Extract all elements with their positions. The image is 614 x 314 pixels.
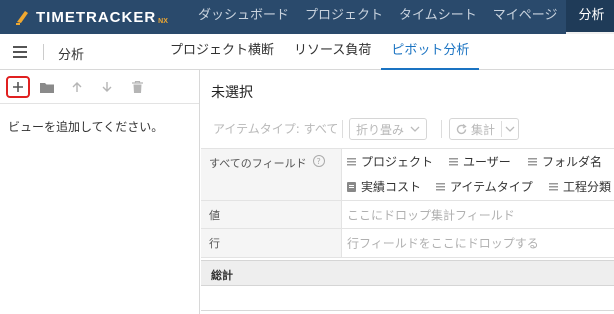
refresh-icon — [456, 123, 467, 134]
divider — [441, 120, 442, 138]
delete-button[interactable] — [126, 77, 148, 97]
values-drop-zone[interactable]: ここにドロップ集計フィールド — [343, 201, 614, 228]
top-nav-project[interactable]: プロジェクト — [297, 0, 391, 34]
top-nav-timesheet[interactable]: タイムシート — [391, 0, 485, 34]
top-nav: ダッシュボード プロジェクト タイムシート マイページ 分析 — [190, 0, 614, 34]
rows-drop-zone[interactable]: 行フィールドをここにドロップする — [343, 229, 614, 257]
field-label: 工程分類 — [563, 180, 612, 194]
view-toolbar — [0, 70, 199, 104]
field-label: プロジェクト — [361, 155, 434, 169]
logo-suffix: NX — [158, 17, 168, 25]
folder-button[interactable] — [36, 77, 58, 97]
divider — [201, 310, 614, 311]
field-label: 実績コスト — [361, 180, 422, 194]
arrow-down-icon — [102, 82, 112, 92]
page-title: 分析 — [58, 48, 85, 63]
all-fields-row: すべてのフィールド ? プロジェクト ユーザー フォルダ名 実績コスト アイテム… — [201, 148, 614, 200]
grand-total-bar: 総計 — [201, 260, 614, 286]
divider — [43, 44, 44, 60]
field-label: ユーザー — [463, 155, 511, 169]
fold-dropdown[interactable]: 折り畳み — [349, 118, 428, 140]
tab-pivot-analysis[interactable]: ピボット分析 — [381, 34, 480, 70]
app-header: TIMETRACKER NX ダッシュボード プロジェクト タイムシート マイペ… — [0, 0, 614, 34]
selection-title: 未選択 — [211, 85, 253, 101]
document-icon — [347, 181, 356, 192]
fold-label: 折り畳み — [356, 122, 405, 137]
add-view-button[interactable] — [6, 76, 30, 98]
sub-tabs: プロジェクト横断 リソース負荷 ピボット分析 — [160, 34, 480, 70]
hamburger-menu-icon[interactable] — [13, 46, 27, 58]
rows-label: 行 — [201, 229, 342, 257]
folder-icon — [40, 82, 54, 93]
logo-text: TIMETRACKER — [36, 8, 157, 26]
chevron-down-icon — [410, 126, 420, 132]
rows-placeholder: 行フィールドをここにドロップする — [347, 236, 539, 251]
top-nav-mypage[interactable]: マイページ — [485, 0, 566, 34]
pivot-control-bar: アイテムタイプ: すべて 折り畳み 集計 — [201, 114, 614, 142]
values-row: 値 ここにドロップ集計フィールド — [201, 200, 614, 228]
plus-icon — [13, 82, 23, 92]
field-chip-item-type[interactable]: アイテムタイプ — [436, 178, 533, 195]
empty-view-message: ビューを追加してください。 — [8, 120, 164, 134]
tab-cross-project[interactable]: プロジェクト横断 — [160, 34, 284, 70]
drag-handle-icon — [549, 182, 558, 191]
move-up-button[interactable] — [66, 77, 88, 97]
move-down-button[interactable] — [96, 77, 118, 97]
drag-handle-icon — [528, 157, 537, 166]
field-chip-process-category[interactable]: 工程分類 — [549, 178, 611, 195]
drag-handle-icon — [436, 182, 445, 191]
all-fields-area: プロジェクト ユーザー フォルダ名 実績コスト アイテムタイプ 工程分類 — [343, 149, 614, 200]
tab-resource-load[interactable]: リソース負荷 — [284, 34, 381, 70]
values-placeholder: ここにドロップ集計フィールド — [347, 208, 515, 222]
item-type-filter[interactable]: アイテムタイプ: すべて — [213, 120, 338, 142]
top-nav-analysis[interactable]: 分析 — [565, 0, 614, 34]
field-chip-actual-cost[interactable]: 実績コスト — [347, 178, 421, 195]
field-label: フォルダ名 — [542, 155, 603, 169]
view-list-panel: ビューを追加してください。 — [0, 70, 200, 314]
app-logo[interactable]: TIMETRACKER NX — [14, 6, 168, 28]
aggregate-button[interactable]: 集計 — [449, 118, 520, 140]
pivot-panel: 未選択 アイテムタイプ: すべて 折り畳み 集計 すべてのフィールド ? プロジ… — [201, 70, 614, 314]
help-icon[interactable]: ? — [312, 155, 325, 167]
drag-handle-icon — [449, 157, 458, 166]
sub-header: 分析 プロジェクト横断 リソース負荷 ピボット分析 — [0, 34, 614, 70]
logo-mark-icon — [16, 11, 28, 25]
all-fields-label: すべてのフィールド ? — [201, 149, 342, 200]
top-nav-dashboard[interactable]: ダッシュボード — [190, 0, 297, 34]
all-fields-label-text: すべてのフィールド — [209, 157, 307, 170]
field-chip-folder-name[interactable]: フォルダ名 — [528, 153, 602, 170]
rows-row: 行 行フィールドをここにドロップする — [201, 228, 614, 258]
field-chip-user[interactable]: ユーザー — [449, 153, 511, 170]
divider — [342, 120, 343, 138]
chevron-down-icon[interactable] — [502, 125, 518, 133]
drag-handle-icon — [347, 157, 356, 166]
grand-total-label: 総計 — [211, 269, 233, 282]
values-label: 値 — [201, 201, 342, 228]
trash-icon — [131, 81, 143, 93]
field-chip-project[interactable]: プロジェクト — [347, 153, 433, 170]
field-label: アイテムタイプ — [450, 180, 533, 194]
aggregate-label: 集計 — [471, 122, 496, 137]
arrow-up-icon — [72, 82, 82, 92]
